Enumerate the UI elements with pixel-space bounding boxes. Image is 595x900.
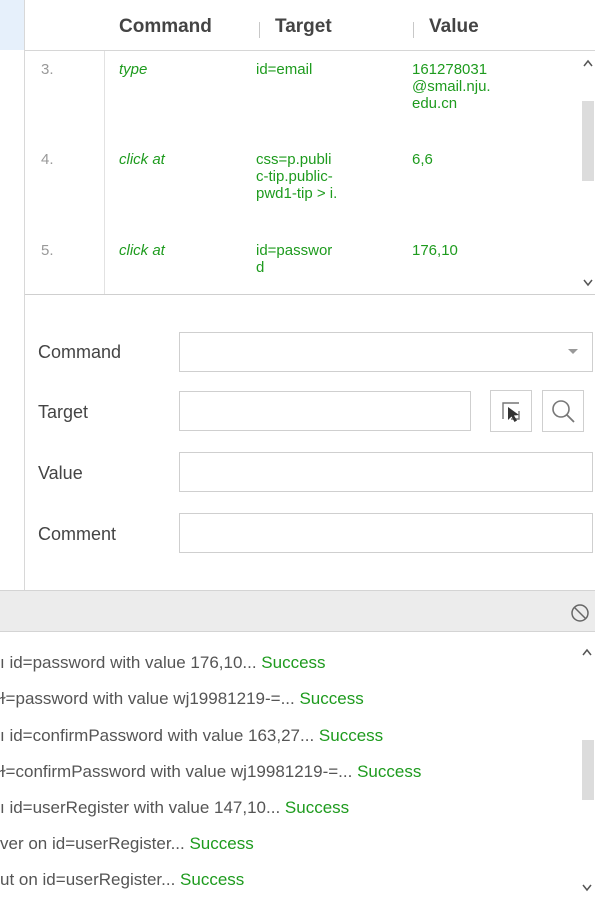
comment-label: Comment <box>38 524 117 544</box>
column-header-command: Command <box>119 16 212 37</box>
log-scrollbar[interactable] <box>578 640 595 900</box>
comment-input[interactable] <box>179 513 593 553</box>
clear-log-icon[interactable] <box>570 603 590 623</box>
command-label: Command <box>38 342 122 362</box>
select-target-button[interactable] <box>490 390 532 432</box>
target-input[interactable] <box>179 391 471 431</box>
table-scrollbar[interactable] <box>579 51 595 294</box>
chevron-up-icon[interactable] <box>583 59 593 67</box>
commands-table-header: Command Target Value <box>25 0 595 51</box>
selected-test-highlight[interactable] <box>0 0 24 50</box>
log-status: Success <box>189 834 254 853</box>
column-header-value: Value <box>429 16 479 37</box>
row-target: css=p.publi c-tip.public- pwd1-tip > i. <box>256 151 338 202</box>
log-entry: ı id=confirmPassword with value 163,27..… <box>0 726 384 745</box>
log-entry: ɫ=confirmPassword with value wj19981219-… <box>0 762 422 781</box>
value-input[interactable] <box>179 452 593 492</box>
log-entry: ı id=userRegister with value 147,10... S… <box>0 798 350 817</box>
row-index: 3. <box>41 61 54 78</box>
row-value: 176,10 <box>412 242 458 259</box>
column-header-target: Target <box>275 16 332 37</box>
column-divider <box>259 22 260 38</box>
log-entry: ut on id=userRegister... Success <box>0 870 245 889</box>
dropdown-arrow-icon <box>568 349 578 354</box>
row-command: type <box>119 61 148 78</box>
find-target-button[interactable] <box>542 390 584 432</box>
log-entry: ı id=password with value 176,10... Succe… <box>0 653 326 672</box>
chevron-up-icon[interactable] <box>582 648 592 656</box>
log-status: Success <box>261 653 326 672</box>
row-value: 161278031 @smail.nju. edu.cn <box>412 61 491 112</box>
column-divider <box>413 22 414 38</box>
table-row[interactable]: 4. click at css=p.publi c-tip.public- pw… <box>25 141 580 226</box>
log-entry: ɫ=password with value wj19981219-=... Su… <box>0 689 364 708</box>
log-status: Success <box>299 689 364 708</box>
row-command: click at <box>119 151 165 168</box>
row-command: click at <box>119 242 165 259</box>
chevron-down-icon[interactable] <box>583 279 593 287</box>
log-toolbar <box>0 590 595 632</box>
row-target: id=email <box>256 61 313 78</box>
log-status: Success <box>318 726 384 745</box>
log-entry: ver on id=userRegister... Success <box>0 834 254 853</box>
value-label: Value <box>38 463 83 483</box>
search-icon <box>552 400 575 423</box>
command-select[interactable] <box>179 332 593 372</box>
row-value: 6,6 <box>412 151 433 168</box>
table-divider <box>25 294 595 295</box>
target-label: Target <box>38 402 89 422</box>
commands-table-body: 3. type id=email 161278031 @smail.nju. e… <box>25 51 580 294</box>
table-row[interactable]: 5. click at id=passwor d 176,10 <box>25 231 580 294</box>
chevron-down-icon[interactable] <box>582 884 592 892</box>
row-index: 5. <box>41 242 54 259</box>
log-status: Success <box>180 870 245 889</box>
log-status: Success <box>357 762 422 781</box>
select-target-icon <box>502 402 520 422</box>
scrollbar-thumb[interactable] <box>582 101 594 181</box>
table-row[interactable]: 3. type id=email 161278031 @smail.nju. e… <box>25 51 580 131</box>
left-panel-edge <box>0 0 25 590</box>
row-target: id=passwor d <box>256 242 333 276</box>
scrollbar-thumb[interactable] <box>582 740 594 800</box>
row-index: 4. <box>41 151 54 168</box>
log-status: Success <box>284 798 350 817</box>
